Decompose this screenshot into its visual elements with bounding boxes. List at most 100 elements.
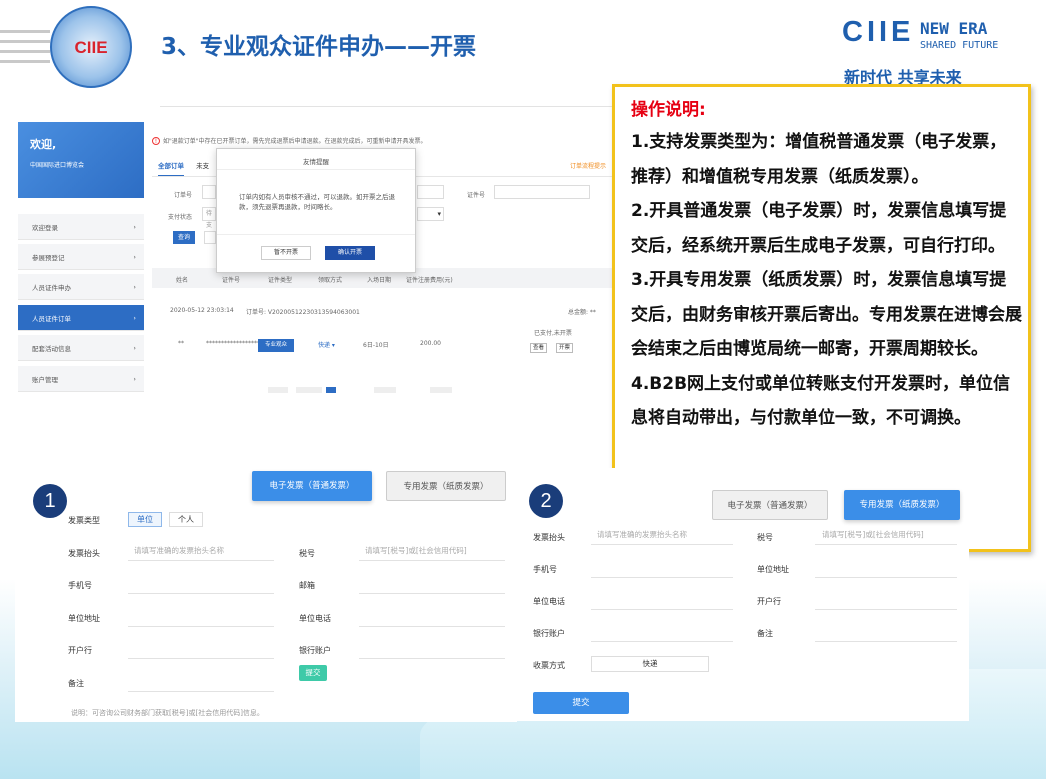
receive-method-select[interactable]: 快递 [591,656,709,672]
header-decoration [0,30,50,70]
row-delivery[interactable]: 快递 ▾ [318,340,335,349]
pager-current[interactable] [326,387,336,393]
pay-status-label: 支付状态 [168,214,193,221]
reset-button[interactable] [204,231,216,244]
unit-phone-input[interactable] [591,609,733,610]
row-cert: ****************** [206,340,260,347]
account-label: 银行账户 [533,629,565,638]
sidebar-item-events[interactable]: 配套活动信息 › [18,335,144,361]
tab-unpaid[interactable]: 未支 [196,162,209,170]
row-cert-type: 专业观众 [258,339,294,352]
submit-button[interactable]: 提交 [299,665,327,681]
electronic-invoice-form: 1 电子发票（普通发票） 专用发票（纸质发票） 发票类型 单位 个人 发票抬头 … [15,471,517,722]
chevron-right-icon: › [133,313,136,322]
invoice-title-input[interactable]: 请填写准确的发票抬头名称 [597,529,687,540]
unit-phone-label: 单位电话 [533,597,565,606]
confirm-invoice-button[interactable]: 确认开票 [325,246,375,260]
brand-new-era: NEW ERA [920,19,988,38]
bank-input[interactable] [815,609,957,610]
welcome-panel: 欢迎, 中国国际进口博览会 [18,122,144,198]
instruction-item: 4.B2B网上支付或单位转账支付开发票时，单位信息将自动带出，与付款单位一致，不… [631,373,1011,429]
order-tabs: 全部订单 未支 [158,160,219,177]
sidebar-item-account[interactable]: 账户管理 › [18,366,144,392]
pager-page[interactable] [296,387,322,393]
address-input[interactable] [128,626,274,627]
chevron-right-icon: › [133,252,136,261]
page-title: 3、专业观众证件申办——开票 [161,34,477,60]
tax-no-input[interactable]: 请填写[税号]或[社会信用代码] [822,529,924,540]
bank-label: 开户行 [68,646,92,655]
electronic-invoice-button[interactable]: 电子发票（普通发票） [252,471,372,501]
paper-invoice-button[interactable]: 专用发票（纸质发票） [386,471,506,501]
chevron-down-icon[interactable]: ▾ [417,207,444,221]
input-underline [359,560,505,561]
reminder-modal: 友情提醒 订单内如有人员审核不通过，可以退款。如开票之后退款，须先退票再退款，时… [216,148,416,273]
modal-divider [217,234,415,235]
chevron-right-icon: › [133,282,136,291]
cert-no-label: 证件号 [467,192,486,199]
email-input[interactable] [359,593,505,594]
remark-input[interactable] [128,691,274,692]
invoice-title-input[interactable]: 请填写准确的发票抬头名称 [134,545,224,556]
account-input[interactable] [359,658,505,659]
email-label: 邮箱 [299,581,315,590]
address-label: 单位地址 [68,614,100,623]
electronic-invoice-button[interactable]: 电子发票（普通发票） [712,490,828,520]
instruction-item: 2.开具普通发票（电子发票）时，发票信息填写提交后，经系统开票后生成电子发票，可… [631,201,1007,256]
row-status: 已支付,未开票 [534,330,572,337]
pager-prev[interactable] [268,387,288,393]
type-unit-option[interactable]: 单位 [128,512,162,527]
modal-body: 订单内如有人员审核不通过，可以退款。如开票之后退款，须先退票再退款，时间略长。 [239,193,395,211]
chevron-right-icon: › [133,343,136,352]
unit-phone-label: 单位电话 [299,614,331,623]
account-input[interactable] [591,641,733,642]
remark-label: 备注 [757,629,773,638]
invoice-button[interactable]: 开票 [556,343,574,353]
warning-icon: ! [152,137,160,145]
tax-no-input[interactable]: 请填写[税号]或[社会信用代码] [365,545,467,556]
skip-invoice-button[interactable]: 暂不开票 [261,246,311,260]
extra-input[interactable] [417,185,444,199]
order-number: 订单号: V2020051223031359406300​1 [246,309,360,316]
paper-invoice-button[interactable]: 专用发票（纸质发票） [844,490,960,520]
order-time: 2020-05-12 23:03:14 [170,307,234,314]
account-label: 银行账户 [299,646,331,655]
pay-status-select[interactable]: 待支 [202,207,216,229]
sidebar-item-preregister[interactable]: 参展预登记 › [18,244,144,270]
invoice-title-label: 发票抬头 [68,549,100,558]
query-button[interactable]: 查询 [173,231,195,244]
bank-input[interactable] [128,658,274,659]
sidebar-item-cert-apply[interactable]: 人员证件申办 › [18,274,144,300]
col-delivery: 领取方式 [318,277,343,284]
col-cert-type: 证件类型 [268,277,293,284]
paper-invoice-form: 2 电子发票（普通发票） 专用发票（纸质发票） 发票抬头 请填写准确的发票抬头名… [517,468,969,721]
pager-page[interactable] [374,387,396,393]
type-personal-option[interactable]: 个人 [169,512,203,527]
address-input[interactable] [815,577,957,578]
tab-all-orders[interactable]: 全部订单 [158,162,184,177]
col-fee: 证件注册费用(元) [406,277,453,284]
pager-next[interactable] [430,387,452,393]
tax-no-label: 税号 [757,533,773,542]
submit-button[interactable]: 提交 [533,692,629,714]
modal-divider [217,169,415,170]
phone-label: 手机号 [533,565,557,574]
order-flow-link[interactable]: 订单流程提示 [570,161,606,170]
view-button[interactable]: 查看 [530,343,548,353]
brand-ciie: CIIE [842,16,915,48]
receive-method-label: 收票方式 [533,661,565,670]
remark-input[interactable] [815,641,957,642]
phone-input[interactable] [128,593,274,594]
brand-shared-future: SHARED FUTURE [920,40,999,51]
sidebar-item-cert-orders[interactable]: 人员证件订单 › [18,305,144,331]
row-name: ** [178,340,184,347]
row-fee: 200.00 [420,340,441,347]
phone-input[interactable] [591,577,733,578]
step-badge: 2 [529,484,563,518]
order-no-input[interactable] [202,185,216,199]
unit-phone-input[interactable] [359,626,505,627]
sidebar-item-welcome[interactable]: 欢迎登录 › [18,214,144,240]
refund-notice: ! 如"退款订单"中存在已开票订单，需先完成退票后申请退款。在退款完成后，可重新申… [152,136,427,145]
address-label: 单位地址 [757,565,789,574]
cert-no-input[interactable] [494,185,590,199]
